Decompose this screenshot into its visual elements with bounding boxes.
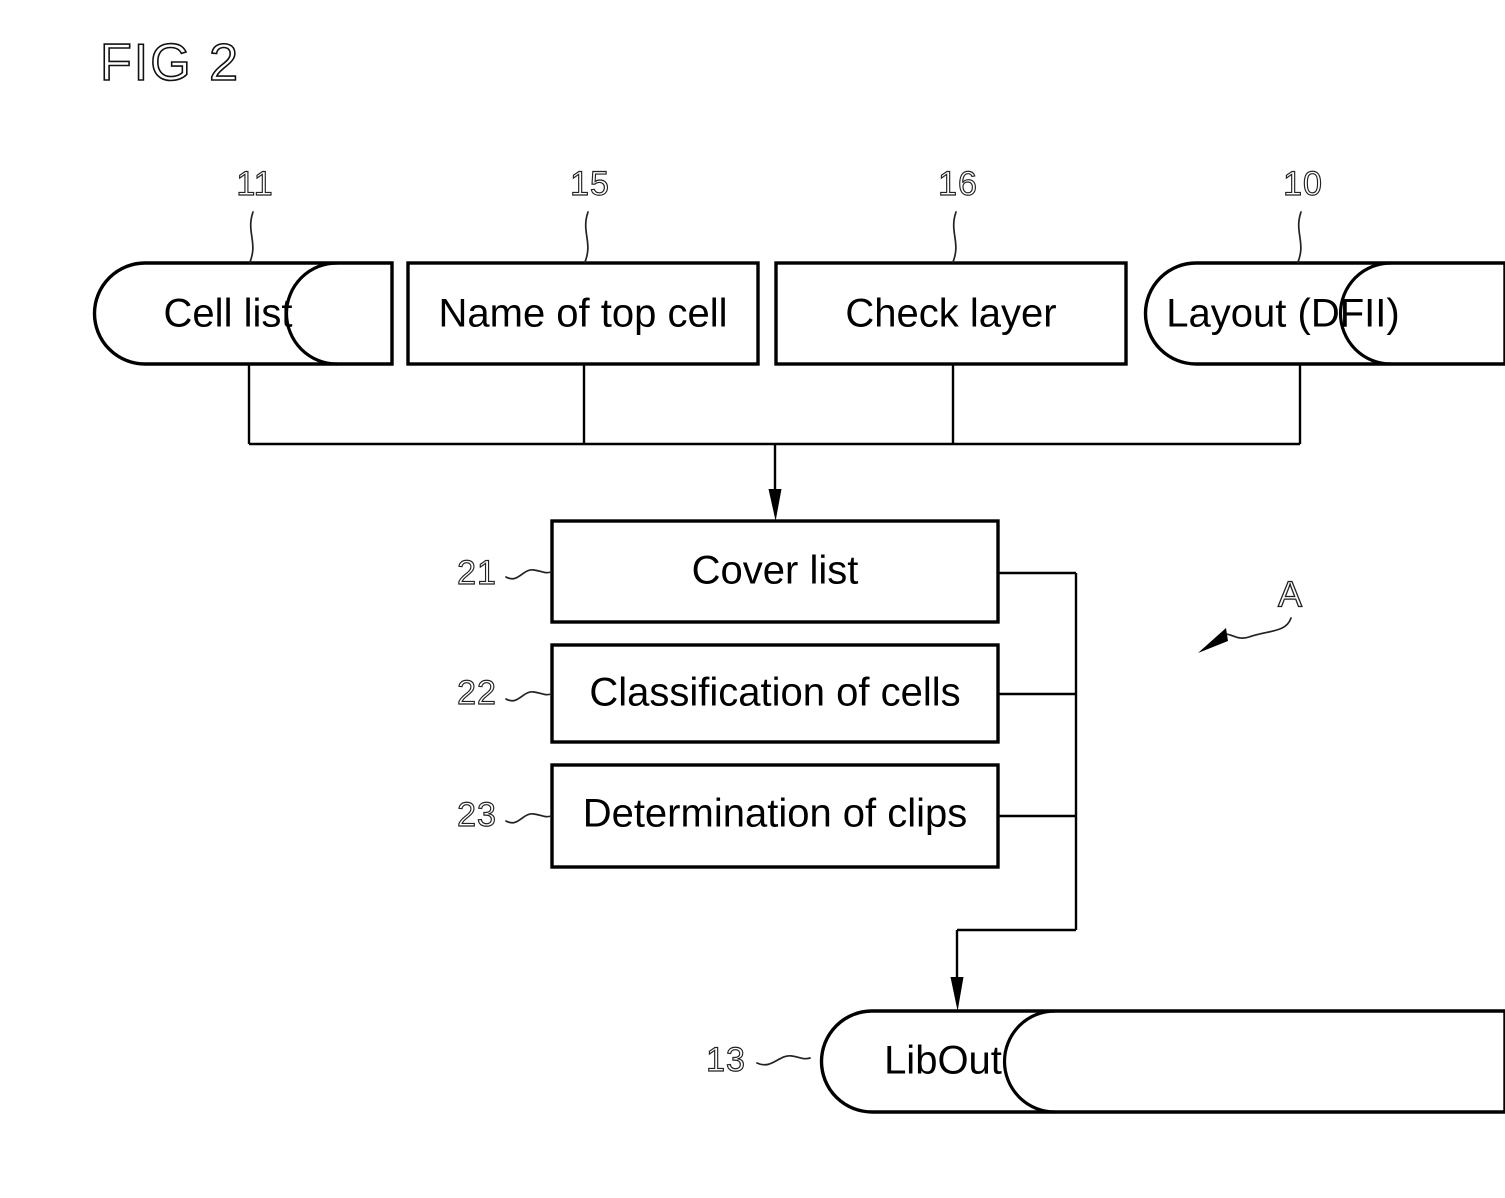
- leader-line-23: [505, 813, 552, 824]
- annotation-letter-a: A: [1278, 574, 1302, 615]
- node-libout[interactable]: LibOut: [819, 1009, 1505, 1114]
- patent-figure-2: FIG 2 Cell list 11 Name of top cell 15 C…: [0, 0, 1505, 1198]
- classification-of-cells-label: Classification of cells: [589, 671, 960, 715]
- check-layer-label: Check layer: [845, 292, 1056, 336]
- node-layout-dfii[interactable]: Layout (DFII): [1143, 261, 1505, 366]
- name-of-top-cell-label: Name of top cell: [438, 292, 727, 336]
- libout-label: LibOut: [884, 1039, 1002, 1083]
- ref-number-15: 15: [570, 165, 610, 203]
- cell-list-label: Cell list: [164, 292, 293, 336]
- leader-line-16: [952, 211, 957, 263]
- leader-line-11: [249, 211, 254, 263]
- cover-list-label: Cover list: [692, 549, 859, 593]
- arrowhead-to-libout: [950, 977, 964, 1011]
- leader-line-10: [1297, 211, 1302, 263]
- ref-number-13: 13: [706, 1041, 746, 1079]
- leader-line-21: [505, 569, 552, 580]
- node-cell-list[interactable]: Cell list: [92, 261, 394, 366]
- leader-line-22: [505, 691, 552, 702]
- leader-line-15: [584, 211, 589, 263]
- node-name-of-top-cell[interactable]: Name of top cell: [406, 261, 760, 366]
- figure-title: FIG 2: [100, 34, 240, 92]
- ref-number-21: 21: [457, 554, 497, 592]
- diagram-canvas: FIG 2 Cell list 11 Name of top cell 15 C…: [92, 33, 1505, 1114]
- ref-number-11: 11: [236, 165, 273, 203]
- leader-line-13: [756, 1055, 811, 1066]
- node-determination-of-clips[interactable]: Determination of clips: [550, 763, 1000, 869]
- ref-number-10: 10: [1283, 165, 1323, 203]
- node-classification-of-cells[interactable]: Classification of cells: [550, 643, 1000, 744]
- arrowhead-to-cover-list: [768, 489, 782, 521]
- determination-of-clips-label: Determination of clips: [583, 792, 968, 836]
- ref-number-16: 16: [938, 165, 978, 203]
- ref-number-22: 22: [457, 674, 497, 712]
- annotation-a-arrowhead: [1198, 628, 1228, 653]
- input-bus-connector: [247, 365, 1302, 521]
- ref-number-23: 23: [457, 796, 497, 834]
- annotation-a: A: [1198, 573, 1303, 653]
- node-cover-list[interactable]: Cover list: [550, 519, 1000, 624]
- layout-dfii-label: Layout (DFII): [1166, 292, 1399, 336]
- node-check-layer[interactable]: Check layer: [774, 261, 1128, 366]
- annotation-a-leader: [1222, 617, 1292, 639]
